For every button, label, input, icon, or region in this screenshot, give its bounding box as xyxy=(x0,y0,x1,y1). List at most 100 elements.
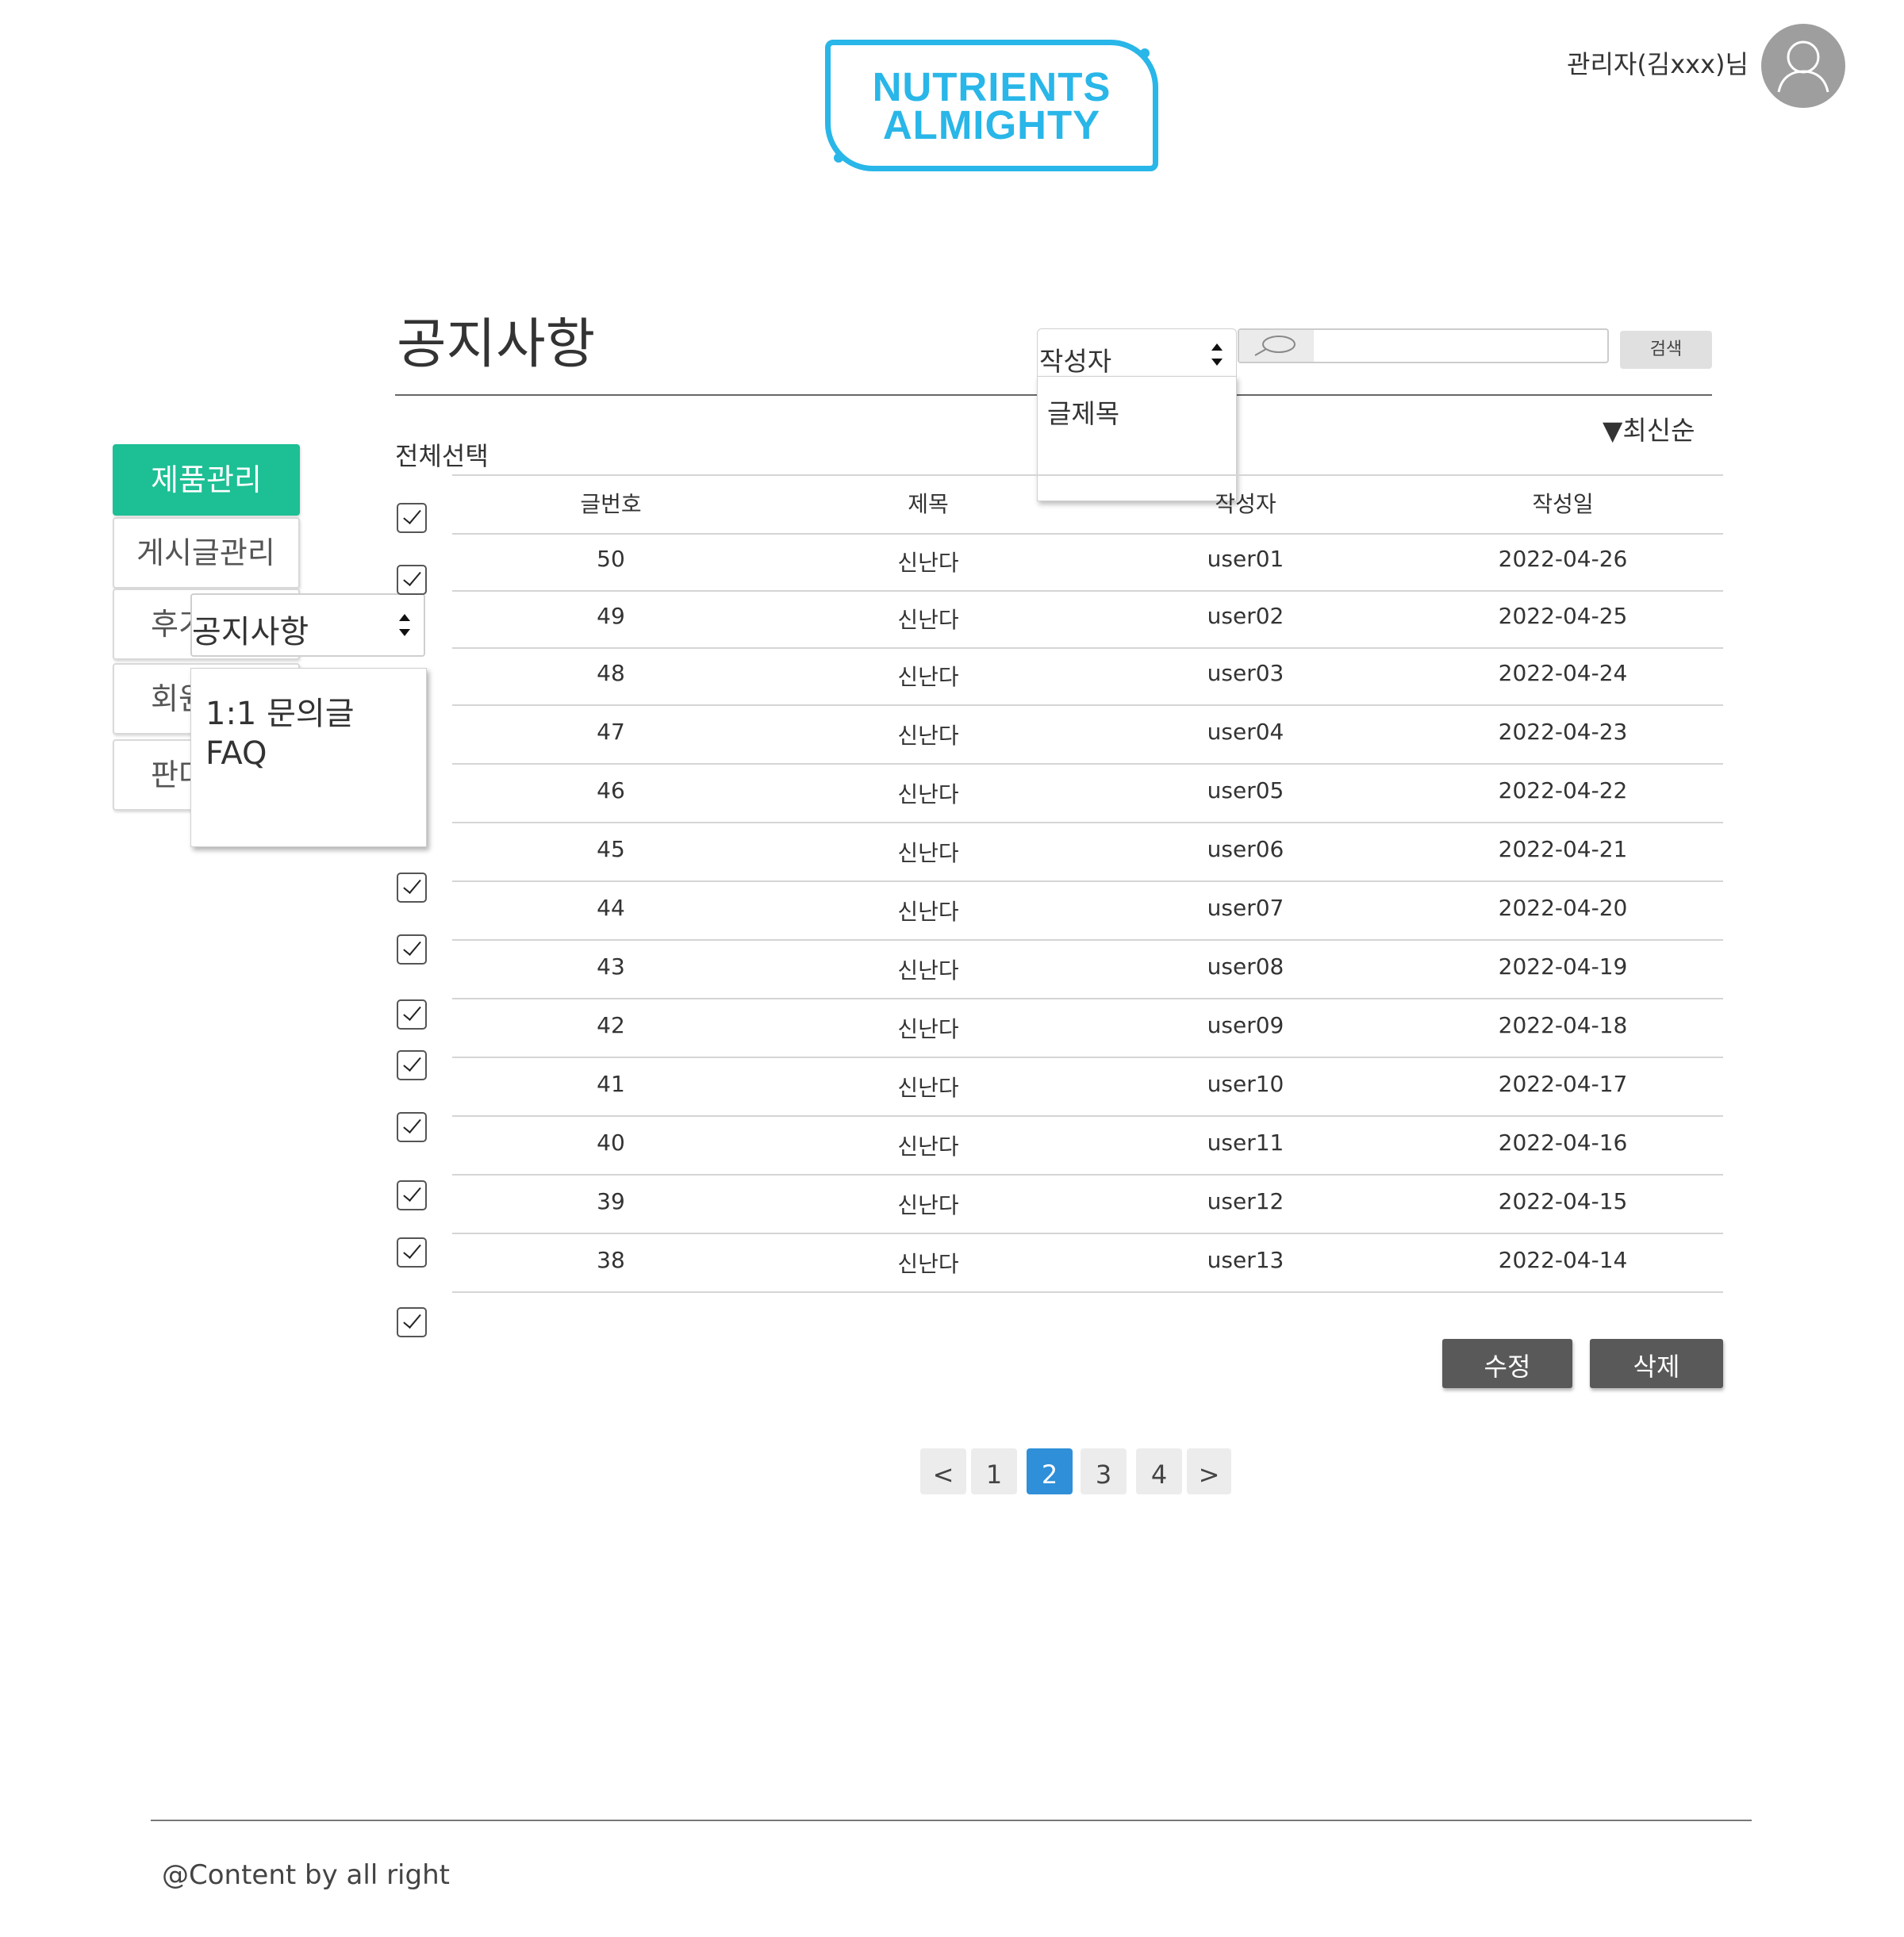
page-title: 공지사항 xyxy=(397,313,596,376)
cell-title[interactable]: 신난다 xyxy=(809,1247,1047,1279)
checkbox-checked-icon[interactable] xyxy=(397,999,427,1030)
cell-author: user05 xyxy=(1207,777,1284,804)
cell-title[interactable]: 신난다 xyxy=(809,777,1047,809)
checkbox-checked-icon[interactable] xyxy=(397,934,427,965)
cell-date: 2022-04-16 xyxy=(1498,1130,1628,1156)
search-input[interactable] xyxy=(1238,328,1609,363)
column-header-author: 작성자 xyxy=(1215,491,1276,517)
search-button[interactable]: 검색 xyxy=(1620,331,1712,369)
board-type-option[interactable]: FAQ xyxy=(205,735,267,772)
cell-title[interactable]: 신난다 xyxy=(809,719,1047,750)
checkbox-checked-icon[interactable] xyxy=(397,873,427,903)
search-field-option[interactable]: 글제목 xyxy=(1047,393,1119,431)
cell-number: 43 xyxy=(597,953,625,980)
logo-line-2: ALMIGHTY xyxy=(882,102,1101,148)
logo-dot xyxy=(1140,48,1150,58)
sidebar-item-product[interactable]: 제품관리 xyxy=(113,444,300,516)
cell-number: 40 xyxy=(597,1130,625,1156)
cell-date: 2022-04-22 xyxy=(1498,777,1628,804)
sidebar-item-posts[interactable]: 게시글관리 xyxy=(113,517,300,589)
cell-number: 46 xyxy=(597,777,625,804)
cell-date: 2022-04-25 xyxy=(1498,603,1628,629)
checkbox-checked-icon[interactable] xyxy=(397,1237,427,1268)
cell-date: 2022-04-18 xyxy=(1498,1012,1628,1038)
column-header-number: 글번호 xyxy=(580,491,642,517)
sort-toggle[interactable]: ▼최신순 xyxy=(1603,409,1695,447)
cell-date: 2022-04-24 xyxy=(1498,660,1628,686)
pagination-prev[interactable]: < xyxy=(920,1448,966,1494)
admin-name: 관리자(김xxx)님 xyxy=(1567,49,1749,79)
cell-title[interactable]: 신난다 xyxy=(809,953,1047,985)
row-divider xyxy=(452,763,1723,765)
checkbox-checked-icon[interactable] xyxy=(397,1112,427,1142)
row-divider xyxy=(452,704,1723,706)
cell-author: user04 xyxy=(1207,719,1284,745)
cell-author: user08 xyxy=(1207,953,1284,980)
board-type-option[interactable]: 1:1 문의글 xyxy=(205,688,355,734)
cell-date: 2022-04-15 xyxy=(1498,1188,1628,1214)
cell-date: 2022-04-19 xyxy=(1498,953,1628,980)
cell-number: 41 xyxy=(597,1071,625,1097)
pagination-next[interactable]: > xyxy=(1187,1448,1231,1494)
search-icon[interactable] xyxy=(1239,330,1314,362)
row-divider xyxy=(452,880,1723,882)
cell-author: user10 xyxy=(1207,1071,1284,1097)
cell-title[interactable]: 신난다 xyxy=(809,895,1047,926)
cell-title[interactable]: 신난다 xyxy=(809,603,1047,635)
pagination-page[interactable]: 1 xyxy=(971,1448,1017,1494)
cell-number: 39 xyxy=(597,1188,625,1214)
checkbox-checked-icon[interactable] xyxy=(397,565,427,595)
search-field-selected: 작성자 xyxy=(1039,346,1112,377)
pagination-page[interactable]: 3 xyxy=(1081,1448,1127,1494)
row-divider xyxy=(452,822,1723,823)
column-header-date: 작성일 xyxy=(1532,491,1594,517)
select-all-label[interactable]: 전체선택 xyxy=(395,436,489,473)
row-divider xyxy=(452,1057,1723,1058)
cell-title[interactable]: 신난다 xyxy=(809,1012,1047,1044)
column-header-title: 제목 xyxy=(908,491,949,517)
cell-number: 42 xyxy=(597,1012,625,1038)
checkbox-checked-icon[interactable] xyxy=(397,1307,427,1337)
select-arrows-icon xyxy=(397,609,413,641)
cell-title[interactable]: 신난다 xyxy=(809,1071,1047,1103)
board-type-select[interactable]: 공지사항 xyxy=(190,593,425,657)
cell-date: 2022-04-14 xyxy=(1498,1247,1628,1273)
cell-title[interactable]: 신난다 xyxy=(809,1188,1047,1220)
brand-logo[interactable]: NUTRIENTS ALMIGHTY xyxy=(825,40,1158,171)
row-divider xyxy=(452,1115,1723,1117)
cell-title[interactable]: 신난다 xyxy=(809,1130,1047,1161)
cell-date: 2022-04-20 xyxy=(1498,895,1628,921)
cell-date: 2022-04-26 xyxy=(1498,546,1628,572)
search-field-select[interactable]: 작성자 xyxy=(1037,328,1237,378)
cell-number: 44 xyxy=(597,895,625,921)
cell-date: 2022-04-17 xyxy=(1498,1071,1628,1097)
cell-title[interactable]: 신난다 xyxy=(809,836,1047,868)
cell-author: user12 xyxy=(1207,1188,1284,1214)
pagination-page[interactable]: 4 xyxy=(1136,1448,1182,1494)
pagination-page-current[interactable]: 2 xyxy=(1027,1448,1073,1494)
row-divider xyxy=(452,998,1723,999)
sidebar-item-label: 제품관리 xyxy=(151,462,262,497)
cell-title[interactable]: 신난다 xyxy=(809,546,1047,577)
table-top-border xyxy=(452,474,1723,476)
logo-line-1: NUTRIENTS xyxy=(872,64,1111,109)
checkbox-checked-icon[interactable] xyxy=(397,503,427,533)
cell-number: 38 xyxy=(597,1247,625,1273)
board-type-selected: 공지사항 xyxy=(192,614,309,650)
checkbox-checked-icon[interactable] xyxy=(397,1180,427,1210)
select-arrows-icon xyxy=(1209,339,1225,370)
row-divider xyxy=(452,590,1723,592)
delete-button[interactable]: 삭제 xyxy=(1590,1339,1723,1388)
cell-number: 50 xyxy=(597,546,625,572)
user-avatar-icon[interactable] xyxy=(1761,24,1845,108)
edit-button[interactable]: 수정 xyxy=(1442,1339,1572,1388)
row-divider xyxy=(452,533,1723,535)
cell-title[interactable]: 신난다 xyxy=(809,660,1047,692)
search-icon-graphic xyxy=(1254,336,1296,356)
cell-author: user01 xyxy=(1207,546,1284,572)
sidebar-item-label: 게시글관리 xyxy=(136,535,275,570)
cell-number: 49 xyxy=(597,603,625,629)
cell-date: 2022-04-23 xyxy=(1498,719,1628,745)
checkbox-checked-icon[interactable] xyxy=(397,1050,427,1080)
cell-number: 48 xyxy=(597,660,625,686)
